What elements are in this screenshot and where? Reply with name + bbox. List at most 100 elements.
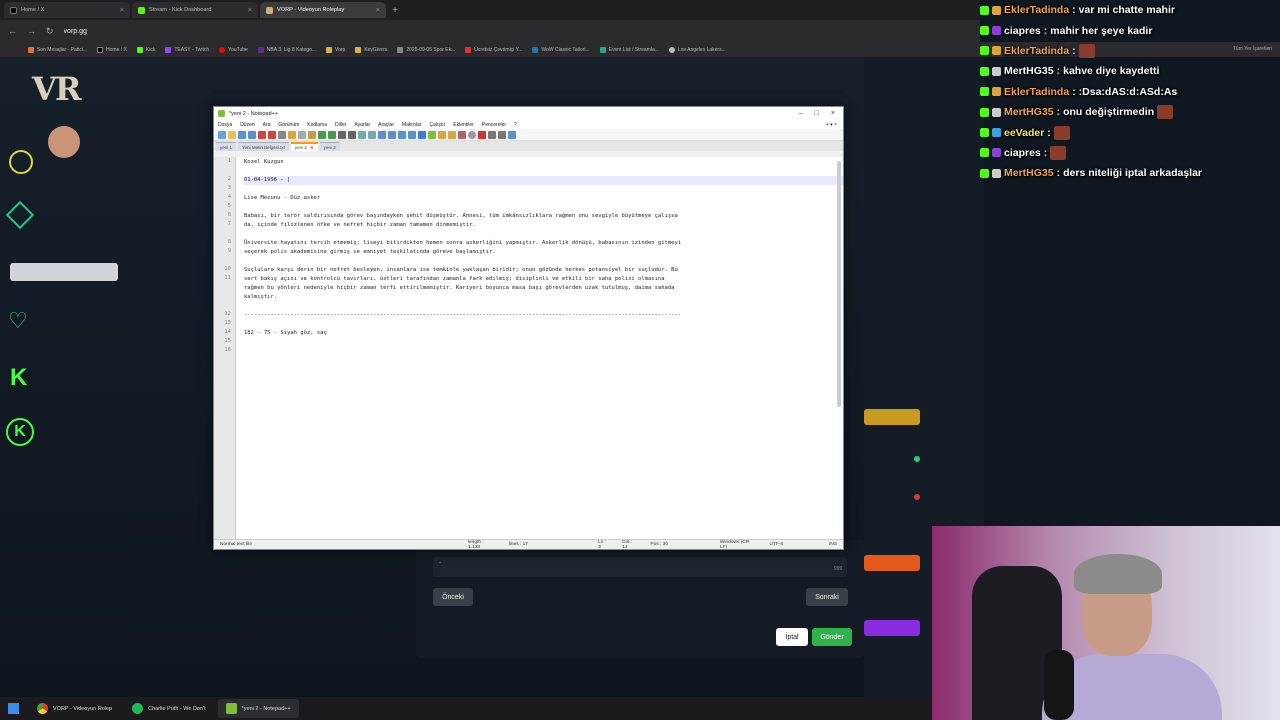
menu-dosya[interactable]: Dosya [218,122,232,128]
replace-icon[interactable] [348,130,356,139]
browser-tab-vorp[interactable]: VORP - Videoyun Roleplay × [260,2,386,18]
chat-username[interactable]: eeVader [1004,127,1044,139]
menu-pencereler[interactable]: Pencereler [482,122,506,128]
purple-button[interactable] [864,620,920,636]
editor-line[interactable] [244,167,843,176]
chat-username[interactable]: MertHG35 [1004,106,1054,118]
doc-map-icon[interactable] [428,130,436,139]
text-editor[interactable]: 1 2 3 4 5 6 7 8 9 10 11 12 13 14 15 16 Kozel Kuzgun 01-0… [214,157,843,539]
editor-line[interactable] [244,347,843,356]
run-macro-icon[interactable] [498,130,506,139]
menu-gorunum[interactable]: Görünüm [278,122,299,128]
monitor-icon[interactable] [458,130,466,139]
editor-line[interactable]: 01-04-1996 - | [244,176,843,185]
editor-line[interactable]: seçerek polis akademisine girmiş ve emni… [244,248,843,257]
close-icon[interactable]: ⊗ [310,145,314,151]
forward-icon[interactable]: → [27,26,36,36]
menu-eklentiler[interactable]: Eklentiler [453,122,474,128]
zoom-in-icon[interactable] [358,130,366,139]
kick-circle-icon[interactable]: K [6,418,34,446]
paste-icon[interactable] [308,130,316,139]
menu-makrolar[interactable]: Makrolar [402,122,421,128]
editor-line[interactable]: 182 - 75 - Siyah göz, saç [244,329,843,338]
bookmark-item[interactable]: WoW Classic Tailori... [532,46,590,53]
bookmark-item[interactable]: Vorp [326,46,345,53]
editor-line[interactable] [244,302,843,311]
taskbar-item-notepad[interactable]: *yeni 2 - Notepad++ [217,699,299,718]
heart-icon[interactable]: ♡ [8,308,28,334]
chat-username[interactable]: EklerTadinda [1004,45,1069,57]
menu-ara[interactable]: Ara [263,122,271,128]
editor-line[interactable] [244,230,843,239]
submit-button[interactable]: Gönder [812,628,852,646]
save-macro-icon[interactable] [508,130,516,139]
chat-username[interactable]: MertHG35 [1004,167,1054,179]
reload-icon[interactable]: ↻ [46,26,54,37]
bookmark-item[interactable]: TEASY - Twitch [165,46,209,53]
chat-username[interactable]: ciapres [1004,147,1041,159]
menu-kodlama[interactable]: Kodlama [307,122,327,128]
coin-icon[interactable] [9,150,33,174]
kick-k-icon[interactable]: K [10,364,27,392]
menu-duzen[interactable]: Düzen [240,122,254,128]
windows-start-icon[interactable] [8,703,19,714]
chat-username[interactable]: MertHG35 [1004,65,1054,77]
editor-line[interactable]: Suçlulara karşı derin bir nefret besleye… [244,266,843,275]
show-all-icon[interactable] [398,130,406,139]
close-icon[interactable]: × [831,110,835,117]
redo-icon[interactable] [328,130,336,139]
editor-line[interactable] [244,203,843,212]
editor-line[interactable] [244,185,843,194]
editor-line[interactable]: rağmen bu yönleri nedeniyle hiçbir zaman… [244,284,843,293]
print-icon[interactable] [278,130,286,139]
close-icon[interactable]: × [376,7,380,14]
orange-button[interactable] [864,555,920,571]
editor-line[interactable]: sert bakış açısı ve kontrolcü tavırları,… [244,275,843,284]
vertical-scrollbar[interactable] [837,161,841,407]
editor-line[interactable]: da, içinde filizlenen öfke ve nefret hiç… [244,221,843,230]
sync-scroll-icon[interactable] [378,130,386,139]
record-macro-icon[interactable] [468,130,476,139]
back-icon[interactable]: ← [8,26,17,36]
editor-line[interactable] [244,320,843,329]
maximize-icon[interactable]: □ [815,110,819,117]
editor-content[interactable]: Kozel Kuzgun 01-04-1996 - | Lise Mezunu - … [244,157,843,539]
bookmark-item[interactable]: Event List / Streamla... [599,46,659,53]
menu-araclar[interactable]: Araçlar [378,122,394,128]
vorp-logo[interactable]: VR [32,70,81,108]
menu-diller[interactable]: Diller [335,122,346,128]
function-list-icon[interactable] [438,130,446,139]
doc-tab[interactable]: yeni 3 [319,142,340,151]
taskbar-item-spotify[interactable]: Charlie Puth - We Don't [124,699,214,718]
profile-avatar[interactable] [48,126,80,158]
bookmark-item[interactable]: Son Mesajlar - Patici... [28,46,87,53]
chat-username[interactable]: EklerTadinda [1004,86,1069,98]
taskbar-item-browser[interactable]: VORP - Videoyun Rolep [29,699,120,718]
bookmark-item[interactable]: Kick [136,46,155,53]
undo-icon[interactable] [318,130,326,139]
editor-line[interactable]: Üniversite hayatını tercih etmemiş; lise… [244,239,843,248]
doc-tab-active[interactable]: yeni 2 ⊗ [290,142,318,151]
close-all-icon[interactable] [268,130,276,139]
bookmark-item[interactable]: Ücretsiz Çevrimiçi Y... [465,46,522,53]
doc-tab[interactable]: yeni 1 [216,142,237,151]
bookmark-item[interactable]: Los Angeles Lakers... [668,46,726,53]
play-macro-icon[interactable] [488,130,496,139]
bookmark-item[interactable]: Home / X [97,46,127,53]
menu-extra-controls[interactable]: + ▾ × [826,122,843,128]
sidebar-active-item[interactable] [10,263,118,281]
editor-line[interactable]: ----------------------------------------… [244,311,843,320]
bookmark-item[interactable]: YouTube [219,46,248,53]
zoom-out-icon[interactable] [368,130,376,139]
indent-guide-icon[interactable] [408,130,416,139]
menu-ayarlar[interactable]: Ayarlar [354,122,370,128]
copy-icon[interactable] [298,130,306,139]
bookmark-item[interactable]: NBA 3. Lig 8 Katego... [257,46,316,53]
next-button[interactable]: Sonraki [806,588,848,606]
chat-username[interactable]: ciapres [1004,25,1041,37]
close-file-icon[interactable] [258,130,266,139]
close-icon[interactable]: × [248,7,252,14]
editor-line[interactable]: Babası, bir terör saldırısında görev baş… [244,212,843,221]
previous-button[interactable]: Önceki [433,588,473,606]
chat-username[interactable]: EklerTadinda [1004,4,1069,16]
